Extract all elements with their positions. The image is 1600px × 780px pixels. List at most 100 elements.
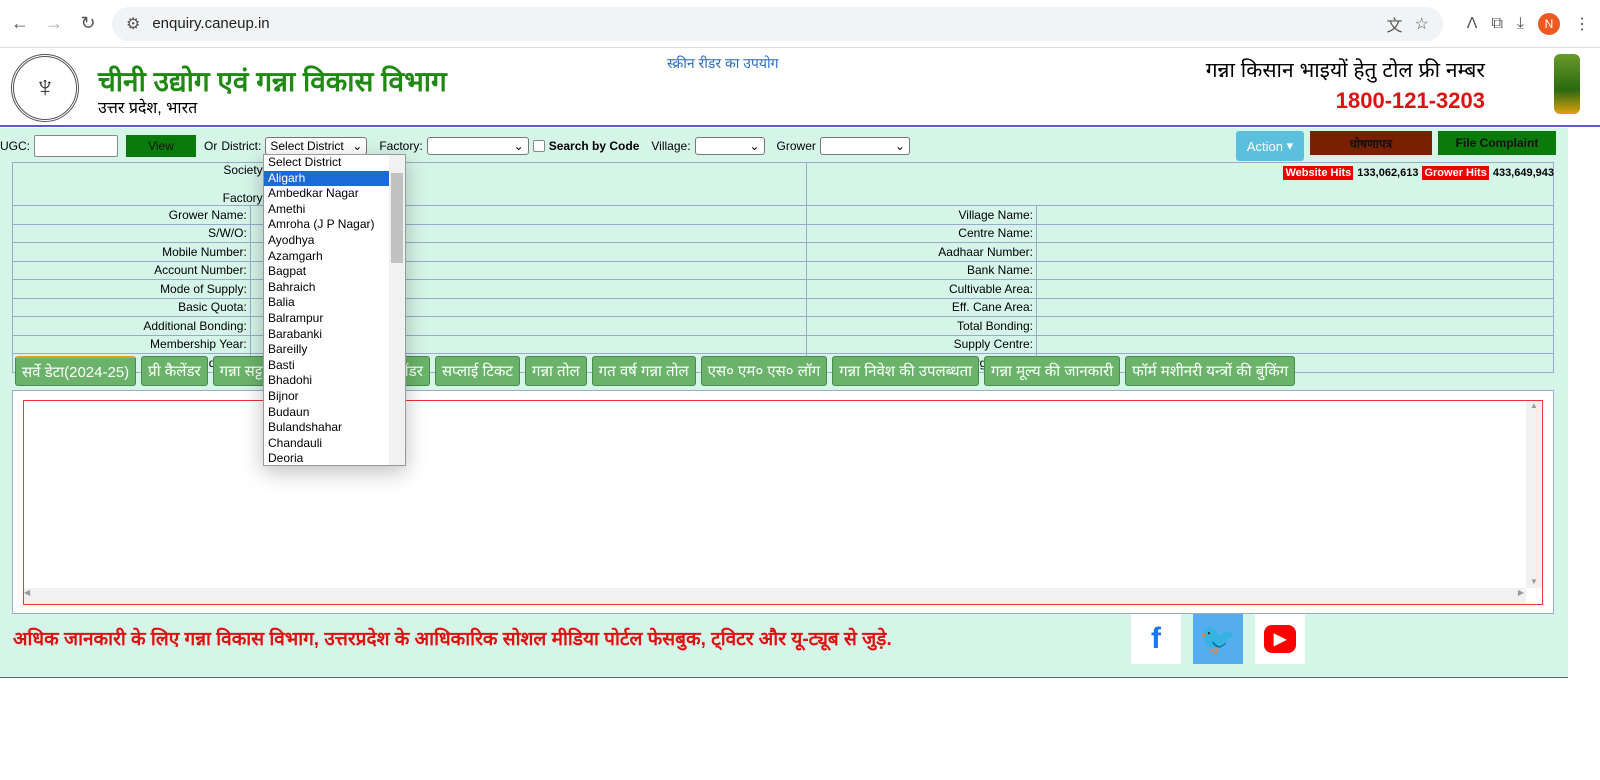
download-icon[interactable]: ⤓ xyxy=(1517,15,1524,33)
ugc-input[interactable] xyxy=(34,135,118,157)
tab-item[interactable]: फॉर्म मशीनरी यन्त्रों की बुकिंग xyxy=(1125,356,1296,386)
district-option[interactable]: Balrampur xyxy=(264,311,390,327)
ghoshnapatra-button[interactable]: घोषणापत्र xyxy=(1310,131,1432,155)
site-settings-icon[interactable]: ⚙ xyxy=(126,14,140,34)
search-by-code-label: Search by Code xyxy=(548,139,640,153)
tab-item[interactable]: गन्ना तोल xyxy=(525,356,587,386)
society-label: Society: xyxy=(223,163,266,177)
file-complaint-button[interactable]: File Complaint xyxy=(1438,131,1556,155)
chevron-down-icon: ⌄ xyxy=(513,139,524,153)
department-logo xyxy=(1554,54,1580,114)
extension-a-icon[interactable]: Λ xyxy=(1467,15,1478,33)
chevron-down-icon: ⌄ xyxy=(894,139,905,153)
url-text: enquiry.caneup.in xyxy=(152,15,270,32)
district-option[interactable]: Deoria xyxy=(264,451,390,465)
factory-info-label: Factory: xyxy=(222,191,266,205)
star-icon[interactable]: ☆ xyxy=(1414,14,1428,34)
tab-item[interactable]: सर्वे डेटा(2024-25) xyxy=(15,356,137,386)
forward-icon[interactable]: → xyxy=(44,13,64,34)
action-label: Action xyxy=(1246,138,1283,154)
factory-select[interactable]: ⌄ xyxy=(426,137,529,155)
info-label: Account Number: xyxy=(12,260,251,280)
district-option[interactable]: Select District xyxy=(264,155,390,171)
back-icon[interactable]: ← xyxy=(10,13,30,34)
factory-label: Factory: xyxy=(379,139,423,153)
info-row: Basic Quota: Eff. Cane Area: xyxy=(12,297,1554,317)
up-emblem-logo: ♆ xyxy=(11,54,79,122)
site-subtitle: उत्तर प्रदेश, भारत xyxy=(98,100,198,117)
reload-icon[interactable]: ↻ xyxy=(78,13,98,34)
info-label: Centre Name: xyxy=(806,223,1037,243)
youtube-icon[interactable]: ▶ xyxy=(1255,614,1305,664)
translate-icon[interactable]: 文 xyxy=(1386,12,1402,36)
district-option[interactable]: Aligarh xyxy=(264,170,390,187)
screen-reader-link[interactable]: स्क्रीन रीडर का उपयोग xyxy=(667,54,778,73)
grower-hits-label: Grower Hits xyxy=(1422,166,1489,180)
district-option[interactable]: Ayodhya xyxy=(264,233,390,249)
info-label: Cultivable Area: xyxy=(806,279,1037,299)
info-label: Mobile Number: xyxy=(12,242,251,262)
grower-select[interactable]: ⌄ xyxy=(819,137,910,155)
district-option[interactable]: Bareilly xyxy=(264,342,390,358)
district-value: Select District xyxy=(270,139,344,153)
info-label: Supply Centre: xyxy=(806,334,1037,354)
district-option[interactable]: Balia xyxy=(264,295,390,311)
info-label: Mode of Supply: xyxy=(12,279,251,299)
horizontal-scrollbar[interactable]: ◀ ▶ xyxy=(24,588,1526,604)
info-label: Basic Quota: xyxy=(12,297,251,317)
info-value xyxy=(1036,279,1554,299)
search-by-code-checkbox[interactable] xyxy=(532,140,545,152)
grower-hits-value: 433,649,943 xyxy=(1492,167,1554,179)
extensions-icon[interactable]: ⧉ xyxy=(1491,15,1502,33)
menu-icon[interactable]: ⋮ xyxy=(1574,14,1590,34)
district-option[interactable]: Bijnor xyxy=(264,389,390,405)
site-title: चीनी उद्योग एवं गन्ना विकास विभाग xyxy=(98,66,447,97)
info-row: Grower Name: Village Name: xyxy=(12,205,1554,225)
website-hits-value: 133,062,613 xyxy=(1357,167,1419,179)
address-bar[interactable]: ⚙ enquiry.caneup.in 文 ☆ xyxy=(112,6,1443,41)
facebook-icon[interactable]: f xyxy=(1131,614,1181,664)
district-option[interactable]: Amethi xyxy=(264,202,390,218)
action-button[interactable]: Action ▾ xyxy=(1236,131,1304,161)
district-option[interactable]: Budaun xyxy=(264,405,390,421)
tab-item[interactable]: प्री कैलेंडर xyxy=(141,356,208,386)
vertical-scrollbar[interactable]: ▲ ▼ xyxy=(1526,401,1542,588)
tab-item[interactable]: गन्ना निवेश की उपलब्धता xyxy=(832,356,980,386)
hit-counters: Website Hits 133,062,613 Grower Hits 433… xyxy=(1283,166,1554,180)
view-button[interactable]: View xyxy=(126,135,196,157)
tab-item[interactable]: सप्लाई टिकट xyxy=(434,356,520,386)
footer-text: अधिक जानकारी के लिए गन्ना विकास विभाग, उ… xyxy=(13,629,892,650)
district-select[interactable]: Select District ⌄ xyxy=(265,137,368,155)
info-label: Eff. Cane Area: xyxy=(806,297,1037,317)
profile-avatar[interactable]: N xyxy=(1538,12,1560,35)
district-option[interactable]: Bulandshahar xyxy=(264,420,390,436)
info-value xyxy=(1036,223,1554,243)
scrollbar-thumb[interactable] xyxy=(391,173,403,263)
district-option[interactable]: Bahraich xyxy=(264,280,390,296)
info-label: Total Bonding: xyxy=(806,316,1037,336)
district-option[interactable]: Basti xyxy=(264,358,390,374)
tab-item[interactable]: एस० एम० एस० लॉग xyxy=(700,356,828,386)
district-option[interactable]: Azamgarh xyxy=(264,249,390,265)
main-panel: UGC: View Or District: Select District ⌄ … xyxy=(0,128,1568,678)
info-row: S/W/O: Centre Name: xyxy=(12,223,1554,243)
twitter-icon[interactable]: 🐦 xyxy=(1193,614,1243,664)
info-row: Mode of Supply: Cultivable Area: xyxy=(12,279,1554,299)
tab-item[interactable]: गन्ना मूल्य की जानकारी xyxy=(984,356,1121,386)
district-option[interactable]: Barabanki xyxy=(264,327,390,343)
info-row: Mobile Number: Aadhaar Number: xyxy=(12,242,1554,262)
or-label: Or xyxy=(204,139,218,153)
district-option[interactable]: Bagpat xyxy=(264,264,390,280)
tollfree-number: 1800-121-3203 xyxy=(1335,88,1485,113)
tab-item[interactable]: गत वर्ष गन्ना तोल xyxy=(591,356,696,386)
dropdown-scrollbar[interactable] xyxy=(389,155,405,465)
grower-info-table: Society: Factory: Grower Name: Village Nam… xyxy=(12,162,1554,373)
info-label: Bank Name: xyxy=(806,260,1037,280)
district-option[interactable]: Ambedkar Nagar xyxy=(264,186,390,202)
info-value xyxy=(1036,316,1554,336)
village-select[interactable]: ⌄ xyxy=(694,137,765,155)
district-option[interactable]: Amroha (J P Nagar) xyxy=(264,217,390,233)
district-option[interactable]: Bhadohi xyxy=(264,373,390,389)
chevron-down-icon: ⌄ xyxy=(749,139,760,153)
district-option[interactable]: Chandauli xyxy=(264,436,390,452)
